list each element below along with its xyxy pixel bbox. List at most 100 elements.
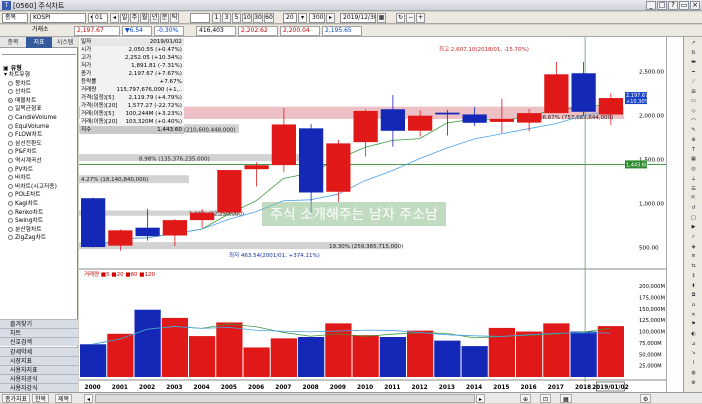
chart-type-item[interactable]: 바차트(시고저종): [2, 183, 76, 192]
total-input[interactable]: 300: [309, 13, 325, 23]
drawing-tool-icon[interactable]: ✓: [687, 234, 700, 242]
left-footer-item[interactable]: 시장지표: [0, 355, 78, 365]
zoom-out-icon[interactable]: −: [406, 13, 415, 23]
minute-button[interactable]: 분: [160, 13, 169, 23]
chart-type-item[interactable]: 역시계곡선: [2, 157, 76, 166]
radio-icon[interactable]: [8, 114, 13, 120]
month-button[interactable]: 월: [140, 13, 149, 23]
drawing-tool-icon[interactable]: ↕: [687, 273, 700, 281]
left-footer-item[interactable]: 사용자공식: [0, 374, 78, 384]
drawing-tool-icon[interactable]: ◐: [687, 331, 700, 339]
drawing-tool-icon[interactable]: ▦: [687, 156, 700, 164]
left-footer-item[interactable]: 사용자지표: [0, 365, 78, 374]
chart-type-item[interactable]: CandleVolume: [2, 114, 76, 123]
radio-icon[interactable]: [8, 200, 13, 206]
radio-icon[interactable]: [8, 132, 13, 138]
chart-type-item[interactable]: 삼선전환도: [2, 140, 76, 149]
chart-type-item[interactable]: P&F차트: [2, 148, 76, 157]
radio-icon[interactable]: [8, 192, 13, 198]
num-field[interactable]: 01: [92, 13, 108, 23]
date-input[interactable]: 2019/12/30: [340, 13, 376, 23]
chart-type-item[interactable]: 봉차트: [2, 80, 76, 89]
chart-type-item[interactable]: POLE차트: [2, 191, 76, 200]
zoom-icon[interactable]: ⊕: [520, 394, 532, 403]
period-30-button[interactable]: 30: [253, 13, 263, 23]
scroll-left-icon[interactable]: ◂: [84, 394, 94, 403]
radio-icon[interactable]: [8, 183, 13, 189]
period-1-button[interactable]: 1: [212, 13, 221, 23]
drawing-tool-icon[interactable]: ☰: [687, 186, 700, 194]
tick-button[interactable]: 틱: [170, 13, 179, 23]
drawing-tool-icon[interactable]: ◇: [687, 108, 700, 116]
chart-type-item[interactable]: ZigZag차트: [2, 234, 76, 243]
week-button[interactable]: 주: [130, 13, 139, 23]
drawing-tool-icon[interactable]: ◈: [687, 244, 700, 252]
period-10-button[interactable]: 10: [242, 13, 252, 23]
radio-icon[interactable]: [8, 226, 13, 232]
drawing-tool-icon[interactable]: ⇱: [687, 195, 700, 203]
drawing-tool-icon[interactable]: ⟂: [687, 176, 700, 184]
drawing-tool-icon[interactable]: ⊿: [687, 341, 700, 349]
restore-button[interactable]: ▭: [679, 1, 689, 10]
settings-icon[interactable]: ⚙: [640, 394, 652, 403]
drawing-tool-icon[interactable]: ⧉: [687, 292, 700, 300]
chart-type-item[interactable]: 선차트: [2, 88, 76, 97]
drawing-tool-icon[interactable]: ⟋: [687, 79, 700, 87]
chart-type-item[interactable]: PV차트: [2, 166, 76, 175]
left-footer-item[interactable]: 즐겨찾기: [0, 319, 78, 328]
drawing-tool-icon[interactable]: ↗: [687, 40, 700, 48]
radio-icon[interactable]: [8, 157, 13, 163]
search-bar[interactable]: [2, 49, 76, 55]
left-footer-item[interactable]: 강세약세: [0, 346, 78, 356]
market-select[interactable]: 종목: [2, 13, 28, 23]
grid-icon[interactable]: ▦: [560, 394, 572, 403]
bottom-tab-list[interactable]: 종가지표: [2, 394, 31, 403]
drawing-tool-icon[interactable]: T: [687, 147, 700, 155]
chart-type-item[interactable]: Kagi차트: [2, 200, 76, 209]
radio-icon[interactable]: [8, 97, 13, 103]
chart-type-item[interactable]: 일목균형표: [2, 105, 76, 114]
drawing-tool-icon[interactable]: ⌂: [687, 302, 700, 310]
drawing-tool-icon[interactable]: ⇅: [687, 50, 700, 58]
bottom-tab-2[interactable]: 제목: [55, 394, 73, 403]
refresh-icon[interactable]: ↻: [396, 13, 405, 23]
drawing-tool-icon[interactable]: ⌇: [687, 360, 700, 368]
fit-icon[interactable]: ⊡: [540, 394, 552, 403]
drawing-tool-icon[interactable]: □: [687, 215, 700, 223]
total-down-icon[interactable]: ▸: [326, 13, 335, 23]
drawing-tool-icon[interactable]: ▬: [687, 59, 700, 67]
year-button[interactable]: 년: [150, 13, 159, 23]
zoom-in-icon[interactable]: +: [416, 13, 425, 23]
drawing-tool-icon[interactable]: ◎: [687, 166, 700, 174]
radio-icon[interactable]: [8, 89, 13, 95]
chart-type-item[interactable]: ▾ 차트유형: [2, 71, 76, 80]
drawing-tool-icon[interactable]: ⊕: [687, 137, 700, 145]
chart-type-item[interactable]: Swing차트: [2, 217, 76, 226]
radio-icon[interactable]: [8, 175, 13, 181]
drawing-tool-icon[interactable]: ⌒: [687, 118, 700, 126]
count-input[interactable]: 20: [283, 13, 297, 23]
period-60-button[interactable]: 60: [264, 13, 274, 23]
chart-type-item[interactable]: 바차트: [2, 174, 76, 183]
radio-icon[interactable]: [8, 218, 13, 224]
drawing-tool-icon[interactable]: ↘: [687, 350, 700, 358]
period-3-button[interactable]: 3: [222, 13, 231, 23]
drawing-tool-icon[interactable]: ━: [687, 69, 700, 77]
drawing-tool-icon[interactable]: ↺: [687, 205, 700, 213]
drawing-tool-icon[interactable]: ▭: [687, 98, 700, 106]
tab-indicator[interactable]: 지표: [26, 37, 52, 48]
radio-icon[interactable]: [8, 123, 13, 129]
drawing-tool-icon[interactable]: ✎: [687, 127, 700, 135]
radio-icon[interactable]: [8, 166, 13, 172]
drawing-tool-icon[interactable]: ▶: [687, 224, 700, 232]
period-input[interactable]: [190, 13, 210, 23]
count-down-icon[interactable]: ▾: [298, 13, 307, 23]
drawing-tool-icon[interactable]: ⚙: [687, 380, 700, 388]
period-5-button[interactable]: 5: [232, 13, 241, 23]
radio-icon[interactable]: [8, 80, 13, 86]
left-footer-item[interactable]: 신호검색: [0, 337, 78, 347]
radio-icon[interactable]: [8, 235, 13, 241]
drawing-tool-icon[interactable]: ⚑: [687, 321, 700, 329]
calendar-icon[interactable]: ▦: [377, 13, 386, 23]
horizontal-scrollbar[interactable]: [95, 394, 475, 403]
